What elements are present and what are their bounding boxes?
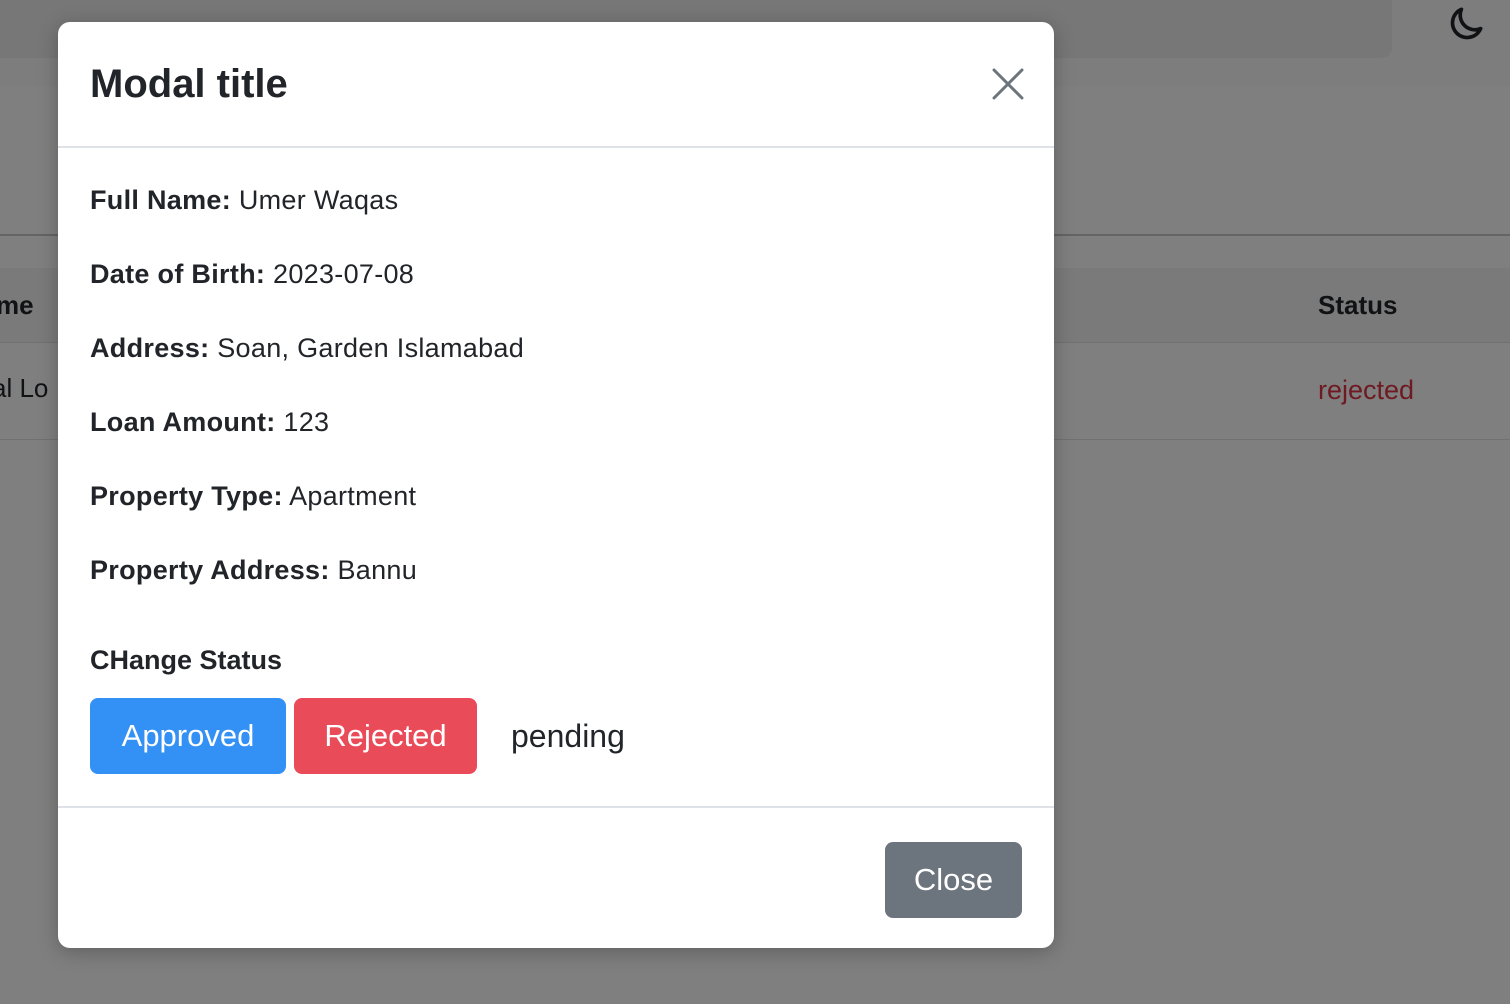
close-icon[interactable] xyxy=(986,62,1030,106)
field-value: Soan, Garden Islamabad xyxy=(217,333,525,363)
change-status-heading: CHange Status xyxy=(90,645,283,675)
field-property-address: Property Address: Bannu xyxy=(90,554,417,586)
field-value: Bannu xyxy=(337,555,418,585)
field-loan-amount: Loan Amount: 123 xyxy=(90,406,329,438)
field-property-type: Property Type: Apartment xyxy=(90,480,416,512)
modal-footer: Close xyxy=(58,806,1054,948)
field-address: Address: Soan, Garden Islamabad xyxy=(90,332,524,364)
current-status-text: pending xyxy=(511,718,625,754)
loan-details-modal: Modal title Full Name: Umer Waqas Date o… xyxy=(58,22,1054,948)
field-label: Property Address: xyxy=(90,555,330,585)
field-label: Date of Birth: xyxy=(90,259,266,289)
field-value: 2023-07-08 xyxy=(273,259,415,289)
field-label: Full Name: xyxy=(90,185,232,215)
reject-button[interactable]: Rejected xyxy=(294,698,477,774)
field-full-name: Full Name: Umer Waqas xyxy=(90,184,398,216)
modal-title: Modal title xyxy=(90,62,288,106)
field-label: Loan Amount: xyxy=(90,407,276,437)
field-value: Umer Waqas xyxy=(238,185,399,215)
field-value: 123 xyxy=(283,407,330,437)
field-date-of-birth: Date of Birth: 2023-07-08 xyxy=(90,258,414,290)
modal-header: Modal title xyxy=(58,22,1054,148)
approve-button[interactable]: Approved xyxy=(90,698,286,774)
field-label: Property Type: xyxy=(90,481,283,511)
field-value: Apartment xyxy=(289,481,417,511)
field-label: Address: xyxy=(90,333,210,363)
close-button[interactable]: Close xyxy=(885,842,1022,918)
